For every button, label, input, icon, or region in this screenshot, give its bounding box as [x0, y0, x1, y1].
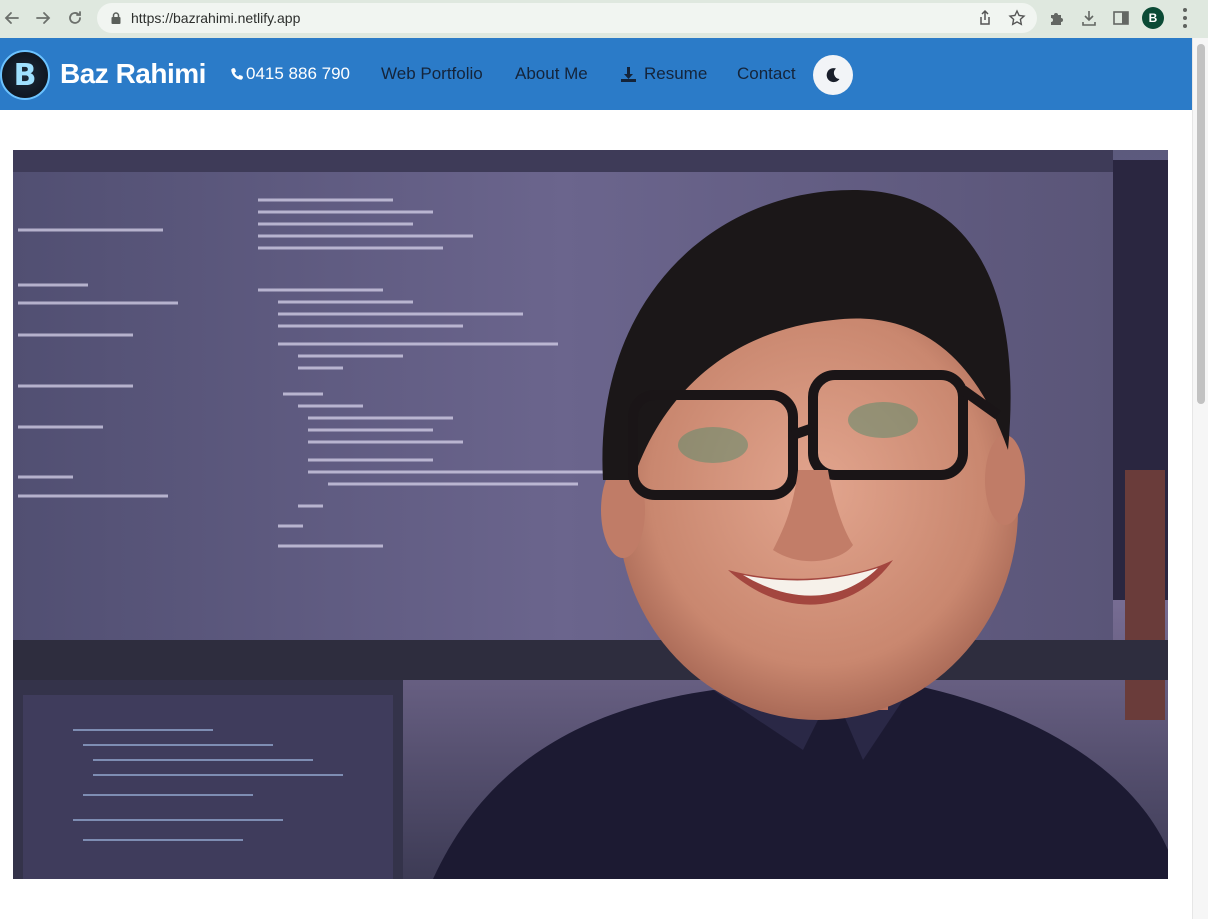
side-panel-button[interactable]	[1112, 5, 1130, 31]
address-bar[interactable]: https://bazrahimi.netlify.app	[97, 3, 1037, 33]
scrollbar-thumb[interactable]	[1197, 44, 1205, 404]
hero-photo	[13, 150, 1168, 879]
page-scrollbar[interactable]	[1192, 38, 1208, 919]
nav-web-portfolio[interactable]: Web Portfolio	[381, 64, 483, 84]
site-header: B Baz Rahimi 0415 886 790 Web Portfolio …	[0, 38, 1192, 110]
arrow-left-icon	[4, 12, 19, 24]
portrait-photo	[13, 150, 1168, 879]
puzzle-icon	[1051, 13, 1063, 25]
browser-toolbar: https://bazrahimi.netlify.app B	[0, 0, 1208, 38]
reload-icon	[69, 11, 81, 24]
star-icon[interactable]	[1008, 9, 1026, 27]
site-logo[interactable]: B	[0, 50, 50, 100]
phone-number: 0415 886 790	[246, 64, 350, 83]
logo-letter: B	[13, 57, 37, 93]
forward-button[interactable]	[28, 3, 58, 33]
menu-dot	[1183, 8, 1187, 12]
nav-contact[interactable]: Contact	[737, 64, 796, 84]
menu-dot	[1183, 24, 1187, 28]
phone-icon	[231, 68, 243, 80]
arrow-right-icon	[36, 12, 51, 24]
profile-avatar[interactable]: B	[1142, 7, 1164, 29]
url-text: https://bazrahimi.netlify.app	[131, 10, 301, 26]
resume-label: Resume	[644, 64, 708, 83]
menu-dot	[1183, 16, 1187, 20]
extensions-button[interactable]	[1048, 5, 1066, 31]
nav-phone[interactable]: 0415 886 790	[230, 64, 350, 84]
browser-menu-button[interactable]	[1178, 8, 1192, 28]
reload-button[interactable]	[60, 3, 90, 33]
back-button[interactable]	[0, 3, 27, 33]
download-icon	[621, 66, 636, 82]
brand-name[interactable]: Baz Rahimi	[60, 58, 206, 90]
moon-icon	[826, 68, 840, 83]
downloads-button[interactable]	[1080, 5, 1098, 31]
nav-about-me[interactable]: About Me	[515, 64, 588, 84]
download-icon	[1082, 11, 1096, 26]
side-panel-icon	[1113, 11, 1129, 25]
share-icon[interactable]	[976, 9, 994, 27]
nav-resume[interactable]: Resume	[620, 64, 707, 84]
lock-icon	[111, 12, 121, 24]
theme-toggle-button[interactable]	[813, 55, 853, 95]
